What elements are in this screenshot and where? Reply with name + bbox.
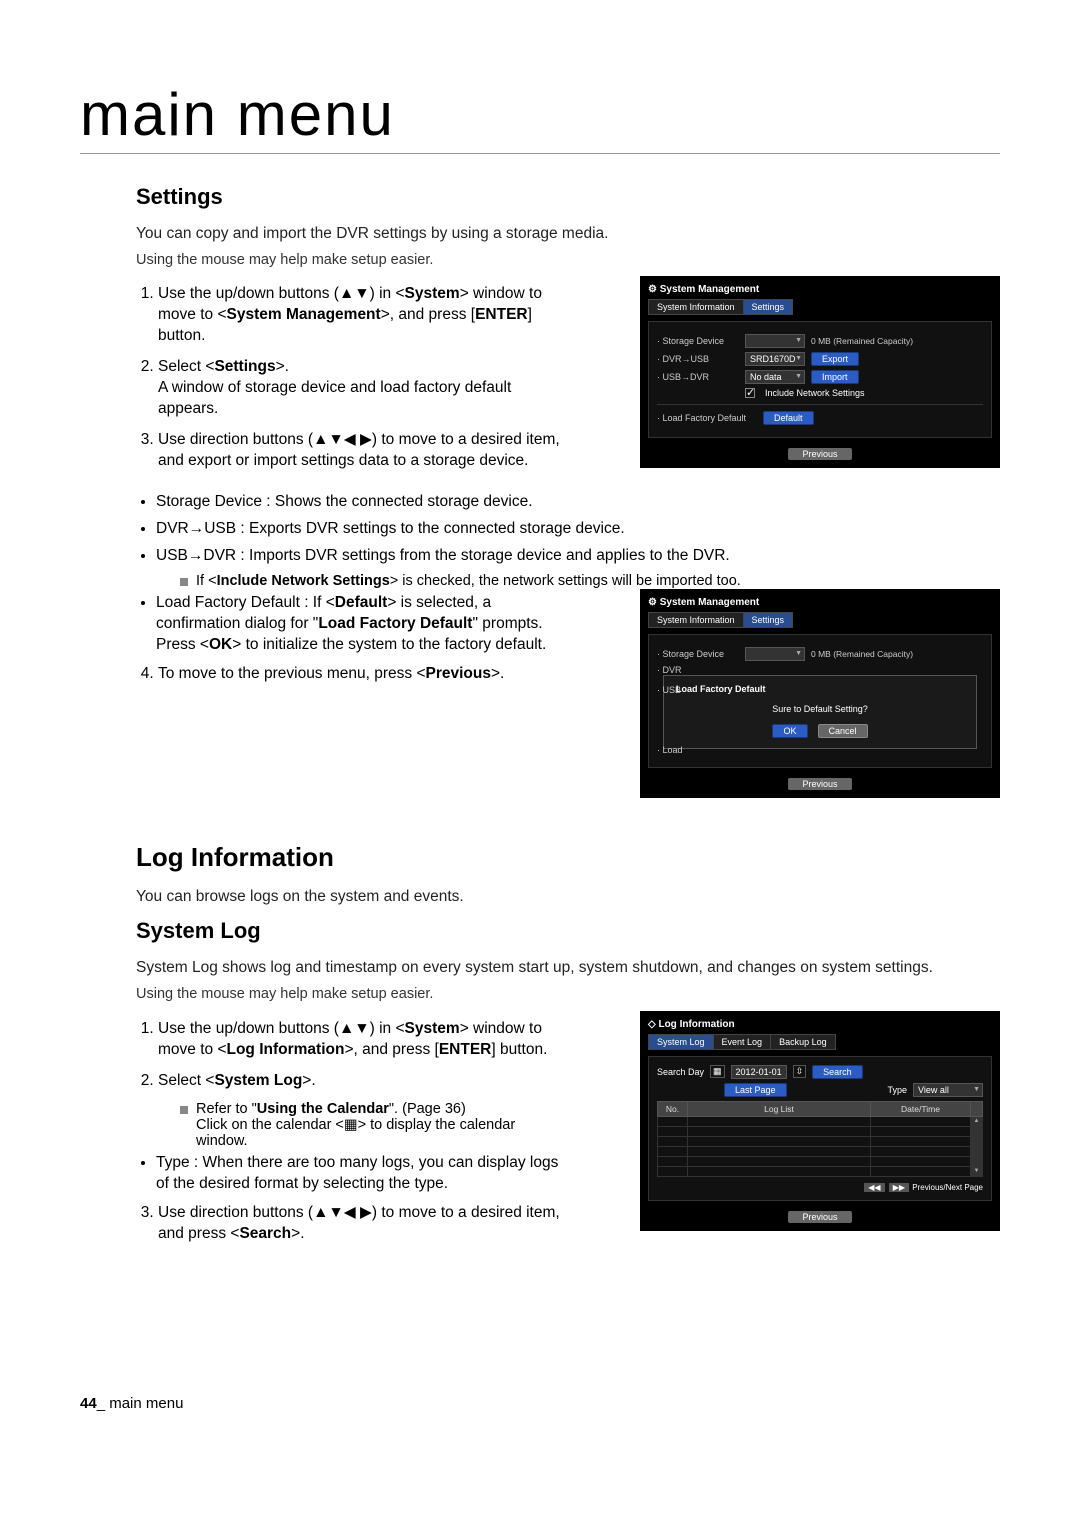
scroll-down[interactable] [971, 1166, 983, 1176]
table-row [658, 1116, 983, 1126]
tab-system-log[interactable]: System Log [648, 1034, 714, 1050]
include-network-label: Include Network Settings [765, 388, 865, 398]
storage-device-label: · Storage Device [657, 336, 739, 346]
col-datetime: Date/Time [871, 1101, 971, 1116]
dvr3-title: Log Information [648, 1019, 992, 1030]
bullet-usb-dvr: USB→DVR : Imports DVR settings from the … [156, 546, 1000, 567]
calendar-note: Refer to "Using the Calendar". (Page 36)… [180, 1101, 570, 1149]
syslog-step-2: Select <System Log>. [158, 1071, 570, 1092]
settings-step-1: Use the up/down buttons (▲▼) in <System>… [158, 284, 570, 347]
previous-button-3[interactable]: Previous [788, 1211, 851, 1223]
dvr-to-usb-value[interactable]: SRD1670D [745, 352, 805, 366]
col-loglist: Log List [688, 1101, 871, 1116]
prev-page-icon[interactable]: ◀◀ [864, 1183, 884, 1192]
load-factory-label: · Load Factory Default [657, 413, 757, 423]
tab-backup-log[interactable]: Backup Log [770, 1034, 836, 1050]
square-bullet-icon [180, 578, 188, 586]
log-table: No. Log List Date/Time [657, 1101, 983, 1177]
bullet-dvr-usb: DVR→USB : Exports DVR settings to the co… [156, 519, 1000, 540]
footer-page-number: 44 [80, 1395, 97, 1412]
type-label: Type [887, 1085, 907, 1095]
remained-capacity: 0 MB (Remained Capacity) [811, 336, 913, 346]
ok-button[interactable]: OK [772, 724, 807, 738]
log-information-heading: Log Information [136, 842, 1000, 873]
dvr2-title: System Management [648, 597, 992, 608]
syslog-step-1: Use the up/down buttons (▲▼) in <System>… [158, 1019, 570, 1061]
tab-event-log[interactable]: Event Log [713, 1034, 772, 1050]
settings-step-3: Use direction buttons (▲▼◀ ▶) to move to… [158, 430, 570, 472]
date-stepper-icon[interactable]: ⇳ [793, 1065, 807, 1078]
table-row [658, 1126, 983, 1136]
search-date[interactable]: 2012-01-01 [731, 1065, 787, 1079]
log-information-intro: You can browse logs on the system and ev… [136, 887, 1000, 908]
include-network-checkbox[interactable] [745, 388, 755, 398]
tab-settings-2[interactable]: Settings [743, 612, 794, 628]
scroll-up[interactable] [971, 1116, 983, 1126]
col-no: No. [658, 1101, 688, 1116]
settings-step-4: To move to the previous menu, press <Pre… [158, 664, 570, 685]
storage-device-select[interactable] [745, 334, 805, 348]
system-log-note: Using the mouse may help make setup easi… [136, 985, 1000, 1005]
page-footer: 44_ main menu [80, 1395, 1000, 1412]
table-row [658, 1146, 983, 1156]
tab-system-information-2[interactable]: System Information [648, 612, 744, 628]
dvr-log-panel: Log Information System Log Event Log Bac… [640, 1011, 1000, 1231]
usb-to-dvr-value[interactable]: No data [745, 370, 805, 384]
pager-label: Previous/Next Page [912, 1183, 983, 1192]
table-row [658, 1166, 983, 1176]
previous-button-2[interactable]: Previous [788, 778, 851, 790]
calendar-icon[interactable]: ▦ [710, 1065, 725, 1078]
syslog-step-3: Use direction buttons (▲▼◀ ▶) to move to… [158, 1203, 570, 1245]
usb-row-label: · USB [657, 685, 739, 695]
tab-system-information[interactable]: System Information [648, 299, 744, 315]
remained-capacity-2: 0 MB (Remained Capacity) [811, 649, 913, 659]
settings-step-2: Select <Settings>. A window of storage d… [158, 357, 570, 420]
include-network-note: If <Include Network Settings> is checked… [180, 573, 1000, 589]
settings-intro-note: Using the mouse may help make setup easi… [136, 251, 1000, 271]
export-button[interactable]: Export [811, 352, 859, 366]
usb-to-dvr-label: · USB→DVR [657, 372, 739, 382]
settings-intro: You can copy and import the DVR settings… [136, 224, 1000, 245]
load-row-label: · Load [657, 745, 739, 755]
scrollbar-track[interactable] [971, 1126, 983, 1166]
default-button[interactable]: Default [763, 411, 814, 425]
table-row [658, 1156, 983, 1166]
dvr-to-usb-label: · DVR→USB [657, 354, 739, 364]
settings-heading: Settings [136, 184, 1000, 210]
cancel-button[interactable]: Cancel [818, 724, 868, 738]
storage-device-select-2[interactable] [745, 647, 805, 661]
type-select[interactable]: View all [913, 1083, 983, 1097]
table-row [658, 1136, 983, 1146]
page-title: main menu [80, 80, 1000, 154]
next-page-icon[interactable]: ▶▶ [889, 1183, 909, 1192]
dvr1-title: System Management [648, 284, 992, 295]
dvr-row-label: · DVR [657, 665, 739, 675]
previous-button-1[interactable]: Previous [788, 448, 851, 460]
bullet-load-factory: Load Factory Default : If <Default> is s… [156, 593, 570, 656]
square-bullet-icon-2 [180, 1106, 188, 1114]
last-page-button[interactable]: Last Page [724, 1083, 787, 1097]
search-day-label: Search Day [657, 1067, 704, 1077]
search-button[interactable]: Search [812, 1065, 863, 1079]
tab-settings[interactable]: Settings [743, 299, 794, 315]
import-button[interactable]: Import [811, 370, 859, 384]
bullet-storage-device: Storage Device : Shows the connected sto… [156, 492, 1000, 513]
storage-device-label-2: · Storage Device [657, 649, 739, 659]
scroll-header [971, 1101, 983, 1116]
dvr-factory-default-panel: System Management System Information Set… [640, 589, 1000, 798]
system-log-intro: System Log shows log and timestamp on ev… [136, 958, 1000, 979]
bullet-type: Type : When there are too many logs, you… [156, 1153, 570, 1195]
footer-text: main menu [109, 1395, 183, 1412]
dvr-settings-panel: System Management System Information Set… [640, 276, 1000, 468]
system-log-heading: System Log [136, 918, 1000, 944]
